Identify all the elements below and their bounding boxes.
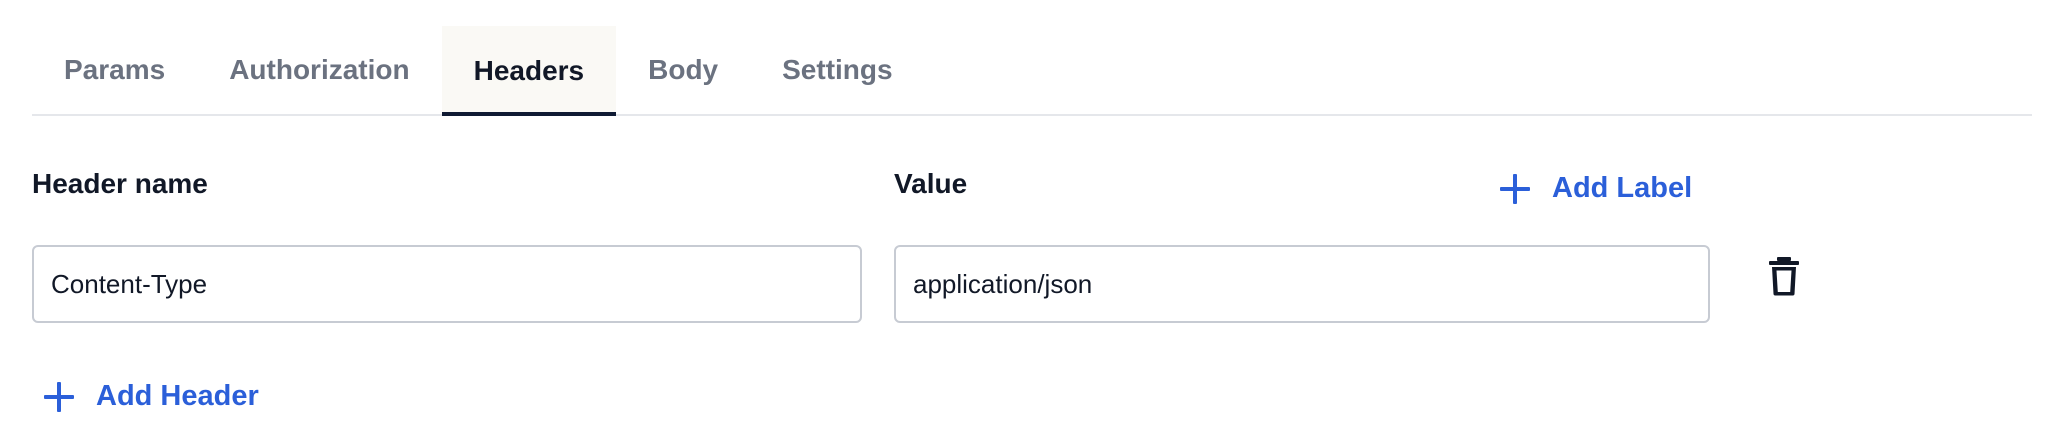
trash-icon[interactable]: [1768, 256, 1800, 296]
tab-body[interactable]: Body: [616, 26, 750, 114]
request-tabs: Params Authorization Headers Body Settin…: [32, 26, 2032, 116]
header-value-input[interactable]: [894, 245, 1710, 323]
tab-headers-label: Headers: [473, 55, 585, 86]
tab-authorization[interactable]: Authorization: [197, 26, 441, 114]
header-name-input[interactable]: [32, 245, 862, 323]
plus-icon: [44, 381, 74, 412]
add-label-button[interactable]: Add Label: [1500, 172, 1692, 205]
value-column-label: Value: [894, 168, 968, 199]
tab-params[interactable]: Params: [32, 26, 197, 114]
add-header-text: Add Header: [96, 380, 259, 412]
tab-headers[interactable]: Headers: [441, 26, 617, 116]
tab-settings[interactable]: Settings: [750, 26, 924, 114]
add-label-text: Add Label: [1552, 172, 1693, 204]
plus-icon: [1500, 173, 1530, 204]
tab-params-label: Params: [64, 54, 166, 85]
add-header-button[interactable]: Add Header: [44, 380, 259, 413]
tab-body-label: Body: [648, 54, 719, 85]
tab-authorization-label: Authorization: [229, 54, 410, 85]
tab-settings-label: Settings: [782, 54, 893, 85]
header-name-column-label: Header name: [32, 168, 208, 199]
